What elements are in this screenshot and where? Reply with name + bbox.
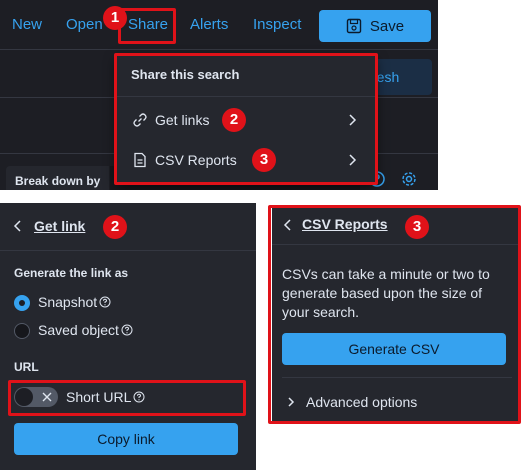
toggle-knob <box>15 388 33 406</box>
share-menu-title: Share this search <box>131 67 240 82</box>
link-icon <box>133 113 147 127</box>
alerts-button[interactable]: Alerts <box>190 16 228 33</box>
csv-reports-header: CSV Reports <box>272 205 519 245</box>
generate-link-label: Generate the link as <box>14 266 129 280</box>
badge-step-3-menu: 3 <box>252 148 276 172</box>
inspect-button[interactable]: Inspect <box>253 16 301 33</box>
short-url-label: Short URL <box>66 389 132 405</box>
chevron-left-icon[interactable] <box>282 218 294 232</box>
open-button[interactable]: Open <box>66 16 106 33</box>
question-icon[interactable] <box>121 324 133 336</box>
badge-step-1: 1 <box>103 6 127 30</box>
share-menu-item-get-links[interactable]: Get links <box>116 100 376 140</box>
csv-reports-panel: CSV Reports CSVs can take a minute or tw… <box>272 205 519 423</box>
saved-object-radio[interactable] <box>14 323 30 339</box>
short-url-toggle[interactable] <box>14 387 58 407</box>
save-icon <box>346 18 362 34</box>
generate-csv-button[interactable]: Generate CSV <box>282 333 506 365</box>
discover-top-panel: New Open Share Alerts Inspect Save resh … <box>0 0 438 190</box>
snapshot-option[interactable]: Snapshot <box>38 294 111 310</box>
close-icon <box>42 392 52 402</box>
badge-step-2-panel: 2 <box>103 215 127 239</box>
short-url-option: Short URL <box>66 389 145 405</box>
advanced-options-toggle[interactable]: Advanced options <box>286 394 417 410</box>
share-menu-divider <box>116 96 376 97</box>
question-icon[interactable] <box>133 391 145 403</box>
chevron-right-icon <box>349 114 357 126</box>
snapshot-radio[interactable] <box>14 295 30 311</box>
get-link-panel: Get link Generate the link as Snapshot S… <box>0 203 256 470</box>
advanced-options-label: Advanced options <box>306 394 418 410</box>
csv-description: CSVs can take a minute or two to generat… <box>282 266 490 320</box>
url-section-label: URL <box>14 360 39 374</box>
share-menu-item-csv-reports[interactable]: CSV Reports <box>116 140 376 180</box>
badge-step-2-menu: 2 <box>222 108 246 132</box>
saved-object-label: Saved object <box>38 322 119 338</box>
chevron-right-icon <box>288 397 295 407</box>
share-button[interactable]: Share <box>128 16 168 33</box>
save-button-label: Save <box>369 17 405 35</box>
breakdown-label: Break down by <box>6 166 109 190</box>
chevron-left-icon[interactable] <box>12 219 24 233</box>
new-button[interactable]: New <box>12 16 42 33</box>
chevron-right-icon <box>349 154 357 166</box>
share-menu: Share this search Get links CSV Reports <box>116 55 376 183</box>
get-link-header: Get link <box>0 203 256 251</box>
question-icon[interactable] <box>99 296 111 308</box>
top-toolbar: New Open Share Alerts Inspect Save <box>0 0 438 50</box>
csv-divider <box>282 377 512 378</box>
csv-reports-label: CSV Reports <box>155 152 237 168</box>
get-link-title[interactable]: Get link <box>34 218 85 234</box>
document-icon <box>134 152 146 168</box>
csv-reports-title[interactable]: CSV Reports <box>302 216 388 232</box>
copy-link-button[interactable]: Copy link <box>14 423 238 455</box>
snapshot-label: Snapshot <box>38 294 98 310</box>
save-button[interactable]: Save <box>319 10 431 42</box>
gear-icon[interactable] <box>400 170 418 188</box>
badge-step-3-panel: 3 <box>405 215 429 239</box>
get-links-label: Get links <box>155 112 210 128</box>
saved-object-option[interactable]: Saved object <box>38 322 133 338</box>
